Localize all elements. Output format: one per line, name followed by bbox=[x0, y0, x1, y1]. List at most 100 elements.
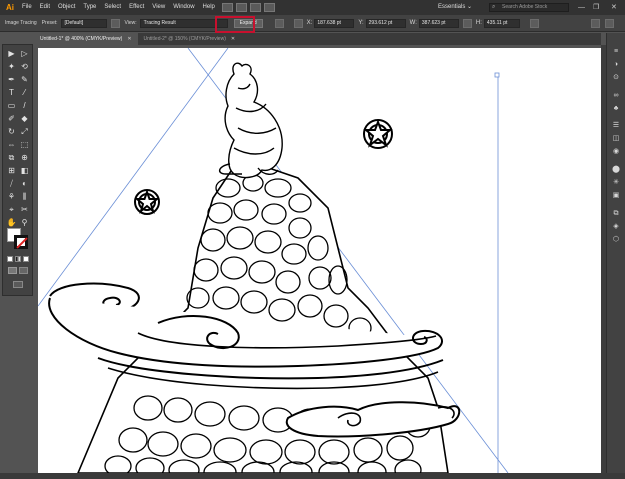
slice-tool-icon[interactable]: ✂ bbox=[19, 205, 30, 215]
screen-mode-icon[interactable] bbox=[19, 267, 28, 274]
appearance-icon[interactable]: ⬤ bbox=[611, 165, 621, 174]
asset-export-icon[interactable]: ⬡ bbox=[611, 235, 621, 244]
none-mode-icon[interactable] bbox=[23, 256, 29, 262]
column-graph-tool-icon[interactable]: ⫼ bbox=[19, 192, 30, 202]
menu-file[interactable]: File bbox=[18, 0, 36, 15]
blend-tool-icon[interactable]: ◐ bbox=[19, 179, 30, 189]
color-icon[interactable]: ◑ bbox=[611, 60, 621, 69]
tab-label: Untitled-1* @ 400% (CMYK/Preview) bbox=[40, 36, 123, 42]
mesh-tool-icon[interactable]: ⊞ bbox=[6, 166, 17, 176]
expand-highlight-box bbox=[215, 16, 255, 33]
artboard[interactable] bbox=[37, 47, 601, 473]
bridge-icon[interactable] bbox=[221, 3, 233, 12]
brushes-icon[interactable]: ∞ bbox=[611, 91, 621, 100]
gpu-performance-icon[interactable] bbox=[263, 3, 275, 12]
minimize-button[interactable]: — bbox=[578, 0, 585, 15]
artboards-icon[interactable]: ◈ bbox=[611, 222, 621, 231]
line-tool-icon[interactable]: ⁄ bbox=[19, 88, 30, 98]
eyedropper-tool-icon[interactable]: ⧸ bbox=[6, 179, 17, 189]
stock-icon[interactable] bbox=[235, 3, 247, 12]
magic-wand-tool-icon[interactable]: ✦ bbox=[6, 62, 17, 72]
app-logo: Ai bbox=[6, 2, 14, 12]
gradient-mode-icon[interactable] bbox=[15, 256, 21, 262]
curvature-tool-icon[interactable]: ✎ bbox=[19, 75, 30, 85]
graphic-styles-icon[interactable]: ✳ bbox=[611, 178, 621, 187]
chevron-down-icon: ⌄ bbox=[467, 4, 473, 10]
bounding-box-handle bbox=[494, 72, 500, 78]
type-tool-icon[interactable]: T bbox=[6, 88, 17, 98]
symbols-icon[interactable]: ♣ bbox=[611, 104, 621, 113]
symbol-sprayer-tool-icon[interactable]: ⚘ bbox=[6, 192, 17, 202]
menu-edit[interactable]: Edit bbox=[36, 0, 54, 15]
color-mode-icon[interactable] bbox=[7, 256, 13, 262]
menu-object[interactable]: Object bbox=[54, 0, 79, 15]
y-field[interactable]: 293.612 pt bbox=[365, 18, 406, 28]
selection-tool-icon[interactable]: ▶ bbox=[6, 49, 17, 59]
gradient-tool-icon[interactable]: ◧ bbox=[19, 166, 30, 176]
layers-icon[interactable]: ⧉ bbox=[611, 209, 621, 218]
search-input[interactable]: ⌕ Search Adobe Stock bbox=[489, 3, 569, 12]
pen-tool-icon[interactable]: ✒ bbox=[6, 75, 17, 85]
w-label: W: bbox=[409, 20, 417, 26]
restore-button[interactable]: ❐ bbox=[593, 0, 599, 15]
rotate-tool-icon[interactable]: ↻ bbox=[6, 127, 17, 137]
view-label: View: bbox=[124, 20, 137, 26]
scale-tool-icon[interactable]: ⤢ bbox=[19, 127, 30, 137]
zoom-tool-icon[interactable]: ⚲ bbox=[19, 218, 30, 228]
document-tabs: Untitled-1* @ 400% (CMYK/Preview) ✕ Untit… bbox=[34, 33, 601, 45]
figure-on-rock bbox=[219, 62, 283, 179]
paintbrush-tool-icon[interactable]: / bbox=[19, 101, 30, 111]
transform-panel-icon[interactable]: ▣ bbox=[611, 191, 621, 200]
gradient-icon[interactable]: ◫ bbox=[611, 134, 621, 143]
panel-menu-icon[interactable] bbox=[604, 18, 614, 28]
close-icon[interactable]: ✕ bbox=[231, 36, 235, 42]
direct-selection-tool-icon[interactable]: ▷ bbox=[19, 49, 30, 59]
isolate-icon[interactable] bbox=[590, 18, 600, 28]
context-label: Image Tracing bbox=[5, 20, 37, 26]
menu-type[interactable]: Type bbox=[79, 0, 100, 15]
h-label: H: bbox=[475, 20, 482, 26]
constrain-proportions-icon[interactable] bbox=[462, 18, 472, 28]
hand-tool-icon[interactable]: ✋ bbox=[6, 218, 17, 228]
close-button[interactable]: ✕ bbox=[611, 0, 617, 15]
status-bar bbox=[0, 473, 625, 479]
align-icon[interactable] bbox=[274, 18, 284, 28]
artboard-tool-icon[interactable]: ⌖ bbox=[6, 205, 17, 215]
pencil-tool-icon[interactable]: ✐ bbox=[6, 114, 17, 124]
menu-view[interactable]: View bbox=[148, 0, 169, 15]
workspace-switcher[interactable]: Essentials ⌄ bbox=[438, 0, 472, 15]
perspective-grid-tool-icon[interactable]: ⊕ bbox=[19, 153, 30, 163]
draw-mode-icon[interactable] bbox=[8, 267, 17, 274]
menu-effect[interactable]: Effect bbox=[125, 0, 148, 15]
canvas-area[interactable] bbox=[34, 45, 601, 473]
edit-toolbar-icon[interactable] bbox=[13, 281, 23, 288]
menu-help[interactable]: Help bbox=[199, 0, 219, 15]
color-guide-icon[interactable]: ⊙ bbox=[611, 73, 621, 82]
tab-untitled-2[interactable]: Untitled-2* @ 150% (CMYK/Preview) ✕ bbox=[137, 33, 242, 45]
x-field[interactable]: 187.638 pt bbox=[314, 18, 355, 28]
search-placeholder: Search Adobe Stock bbox=[502, 4, 548, 10]
rectangle-tool-icon[interactable]: ▭ bbox=[6, 101, 17, 111]
preset-select[interactable]: [Default] bbox=[60, 18, 107, 28]
traced-artwork[interactable] bbox=[37, 47, 601, 473]
lasso-tool-icon[interactable]: ⟲ bbox=[19, 62, 30, 72]
w-field[interactable]: 387.623 pt bbox=[418, 18, 459, 28]
eraser-tool-icon[interactable]: ◆ bbox=[19, 114, 30, 124]
h-field[interactable]: 435.11 pt bbox=[483, 18, 520, 28]
reference-point-icon[interactable] bbox=[293, 18, 303, 28]
tools-panel: ▶ ▷ ✦ ⟲ ✒ ✎ T ⁄ ▭ / ✐ ◆ ↻ ⤢ ⇔ ⬚ ⧉ ⊕ ⊞ ◧ … bbox=[2, 44, 33, 296]
properties-icon[interactable]: ≡ bbox=[611, 47, 621, 56]
stroke-icon[interactable]: ☰ bbox=[611, 121, 621, 130]
free-transform-tool-icon[interactable]: ⬚ bbox=[19, 140, 30, 150]
arrange-documents-icon[interactable] bbox=[249, 3, 261, 12]
menu-window[interactable]: Window bbox=[169, 0, 198, 15]
width-tool-icon[interactable]: ⇔ bbox=[6, 140, 17, 150]
transparency-icon[interactable]: ◉ bbox=[611, 147, 621, 156]
stroke-color-swatch[interactable] bbox=[14, 235, 28, 249]
shape-builder-tool-icon[interactable]: ⧉ bbox=[6, 153, 17, 163]
menu-select[interactable]: Select bbox=[100, 0, 125, 15]
close-icon[interactable]: ✕ bbox=[127, 36, 131, 42]
transform-icon[interactable] bbox=[529, 18, 539, 28]
tab-untitled-1[interactable]: Untitled-1* @ 400% (CMYK/Preview) ✕ bbox=[34, 33, 138, 45]
image-trace-panel-icon[interactable] bbox=[110, 18, 120, 28]
